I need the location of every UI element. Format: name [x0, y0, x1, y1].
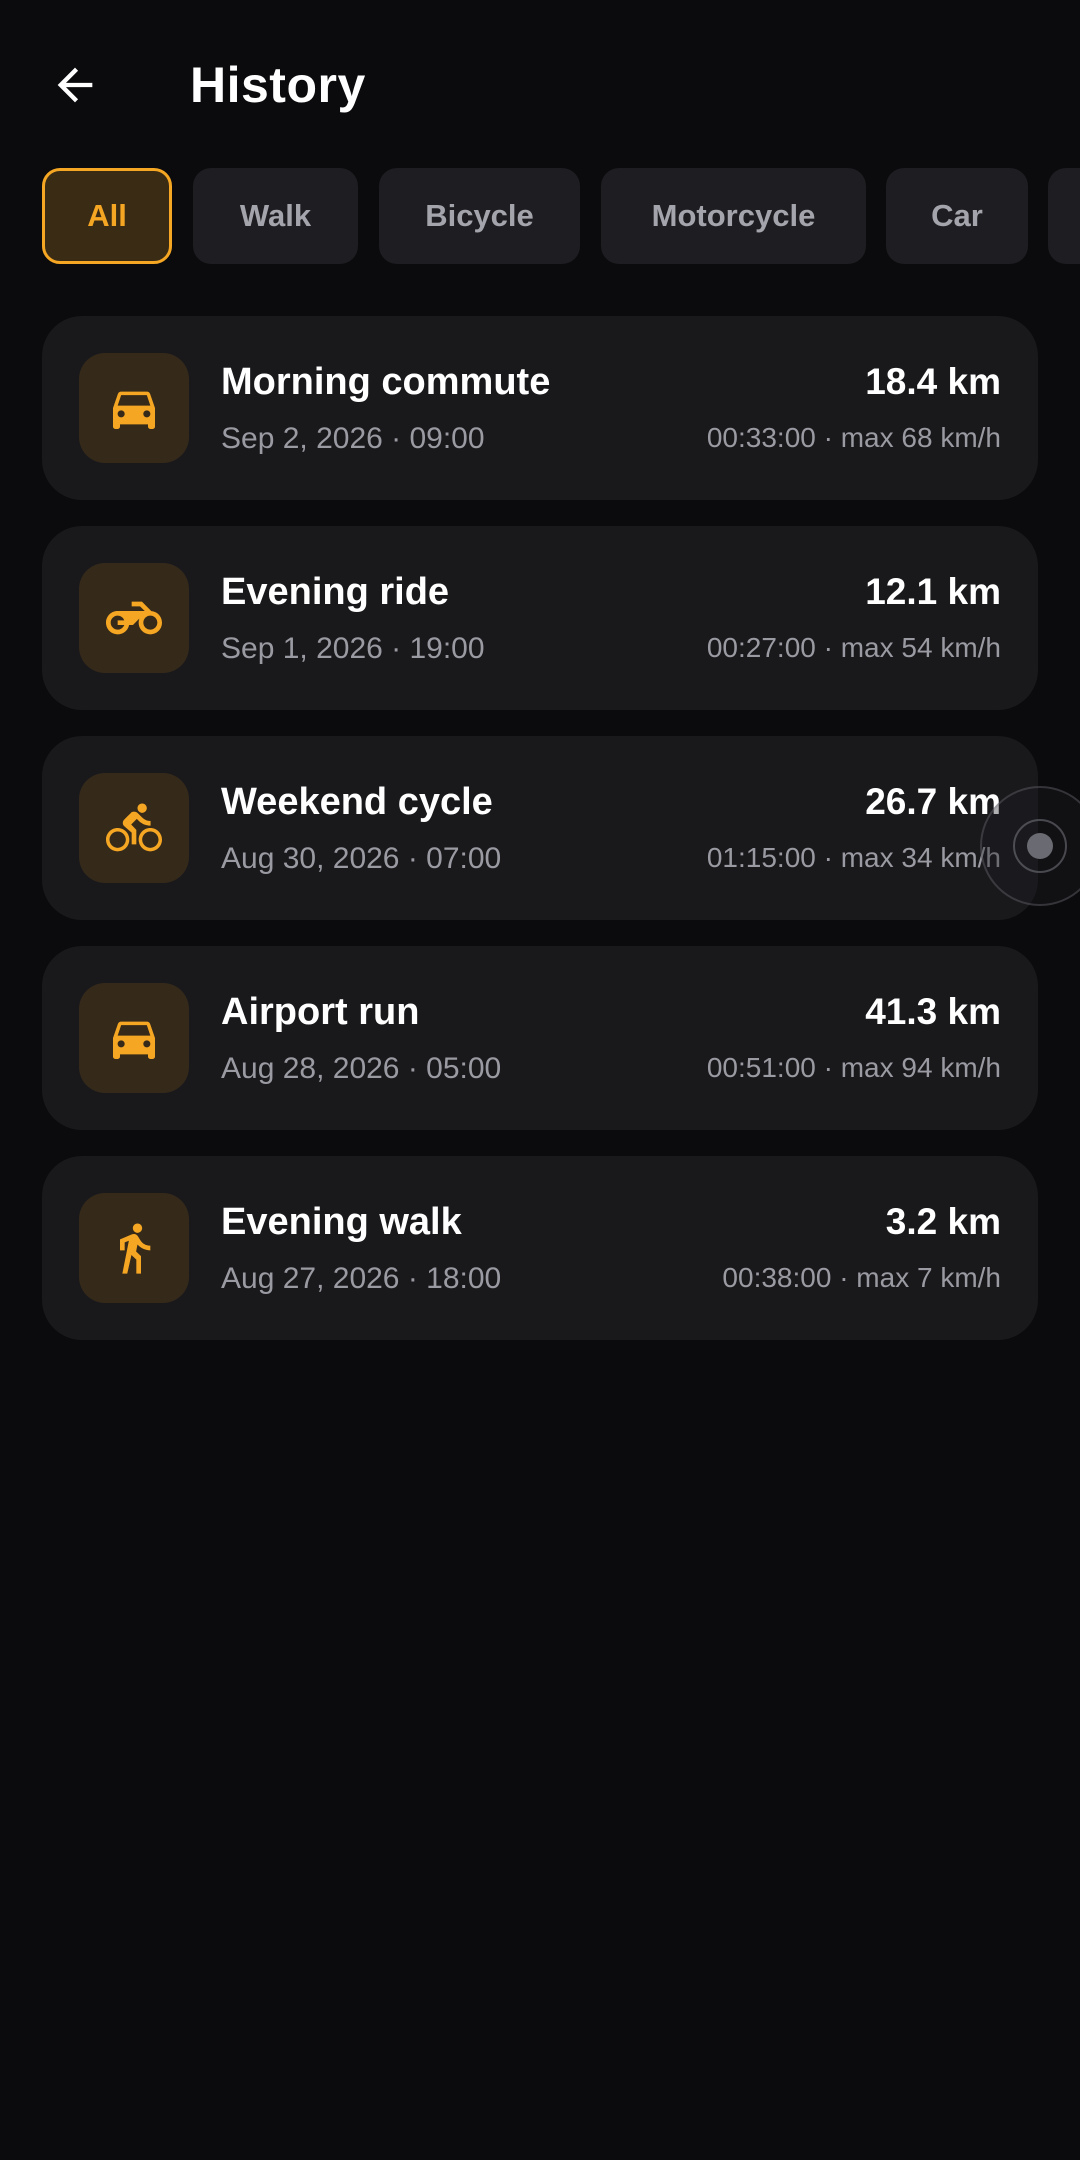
trip-stats: 00:27:00 · max 54 km/h	[706, 632, 1001, 663]
trip-date: Sep 1, 2026 · 19:00	[221, 632, 485, 665]
filter-chip-row[interactable]: All Walk Bicycle Motorcycle Car	[42, 168, 1080, 266]
trip-name: Morning commute	[221, 361, 551, 403]
trip-date: Sep 2, 2026 · 09:00	[221, 422, 485, 455]
top-app-bar: History	[0, 0, 1080, 170]
trip-stats: 00:38:00 · max 7 km/h	[722, 1262, 1001, 1293]
trip-stats: 01:15:00 · max 34 km/h	[706, 842, 1001, 873]
car-icon	[113, 391, 155, 429]
filter-chip-walk[interactable]: Walk	[193, 168, 358, 264]
trip-distance: 3.2 km	[885, 1201, 1001, 1242]
trip-date: Aug 28, 2026 · 05:00	[221, 1052, 502, 1085]
filter-chip-bicycle[interactable]: Bicycle	[379, 168, 580, 264]
arrow-back-icon	[57, 67, 93, 103]
car-icon	[113, 1021, 155, 1059]
filter-chip-all[interactable]: All	[42, 168, 172, 264]
filter-chip-more[interactable]	[1048, 168, 1080, 264]
trip-type-badge	[79, 563, 189, 673]
trip-stats: 00:33:00 · max 68 km/h	[706, 422, 1001, 453]
motorcycle-icon	[106, 601, 162, 635]
trip-stats: 00:51:00 · max 94 km/h	[706, 1052, 1001, 1083]
trip-distance: 41.3 km	[865, 991, 1001, 1032]
trip-name: Weekend cycle	[221, 781, 493, 823]
walk-icon	[120, 1223, 151, 1274]
trip-name: Evening ride	[221, 571, 450, 613]
trip-type-badge	[79, 1193, 189, 1303]
bicycle-icon	[106, 803, 162, 852]
trip-type-badge	[79, 773, 189, 883]
filter-chip-motorcycle[interactable]: Motorcycle	[601, 168, 866, 264]
trip-distance: 12.1 km	[865, 571, 1001, 612]
back-button[interactable]	[40, 50, 110, 120]
assistive-dot-icon	[1027, 833, 1053, 859]
filter-chip-car[interactable]: Car	[886, 168, 1028, 264]
trip-date: Aug 30, 2026 · 07:00	[221, 842, 502, 875]
trip-name: Evening walk	[221, 1201, 462, 1243]
trip-type-badge	[79, 353, 189, 463]
trip-card[interactable]: Morning commute Sep 2, 2026 · 09:00 18.4…	[42, 316, 1038, 500]
trip-date: Aug 27, 2026 · 18:00	[221, 1262, 502, 1295]
page-title: History	[190, 57, 366, 113]
trip-card[interactable]: Weekend cycle Aug 30, 2026 · 07:00 26.7 …	[42, 736, 1038, 920]
trip-card[interactable]: Evening walk Aug 27, 2026 · 18:00 3.2 km…	[42, 1156, 1038, 1340]
trip-card[interactable]: Airport run Aug 28, 2026 · 05:00 41.3 km…	[42, 946, 1038, 1130]
trip-name: Airport run	[221, 991, 420, 1033]
trip-card[interactable]: Evening ride Sep 1, 2026 · 19:00 12.1 km…	[42, 526, 1038, 710]
trip-distance: 18.4 km	[865, 361, 1001, 402]
trip-distance: 26.7 km	[865, 781, 1001, 822]
trip-type-badge	[79, 983, 189, 1093]
